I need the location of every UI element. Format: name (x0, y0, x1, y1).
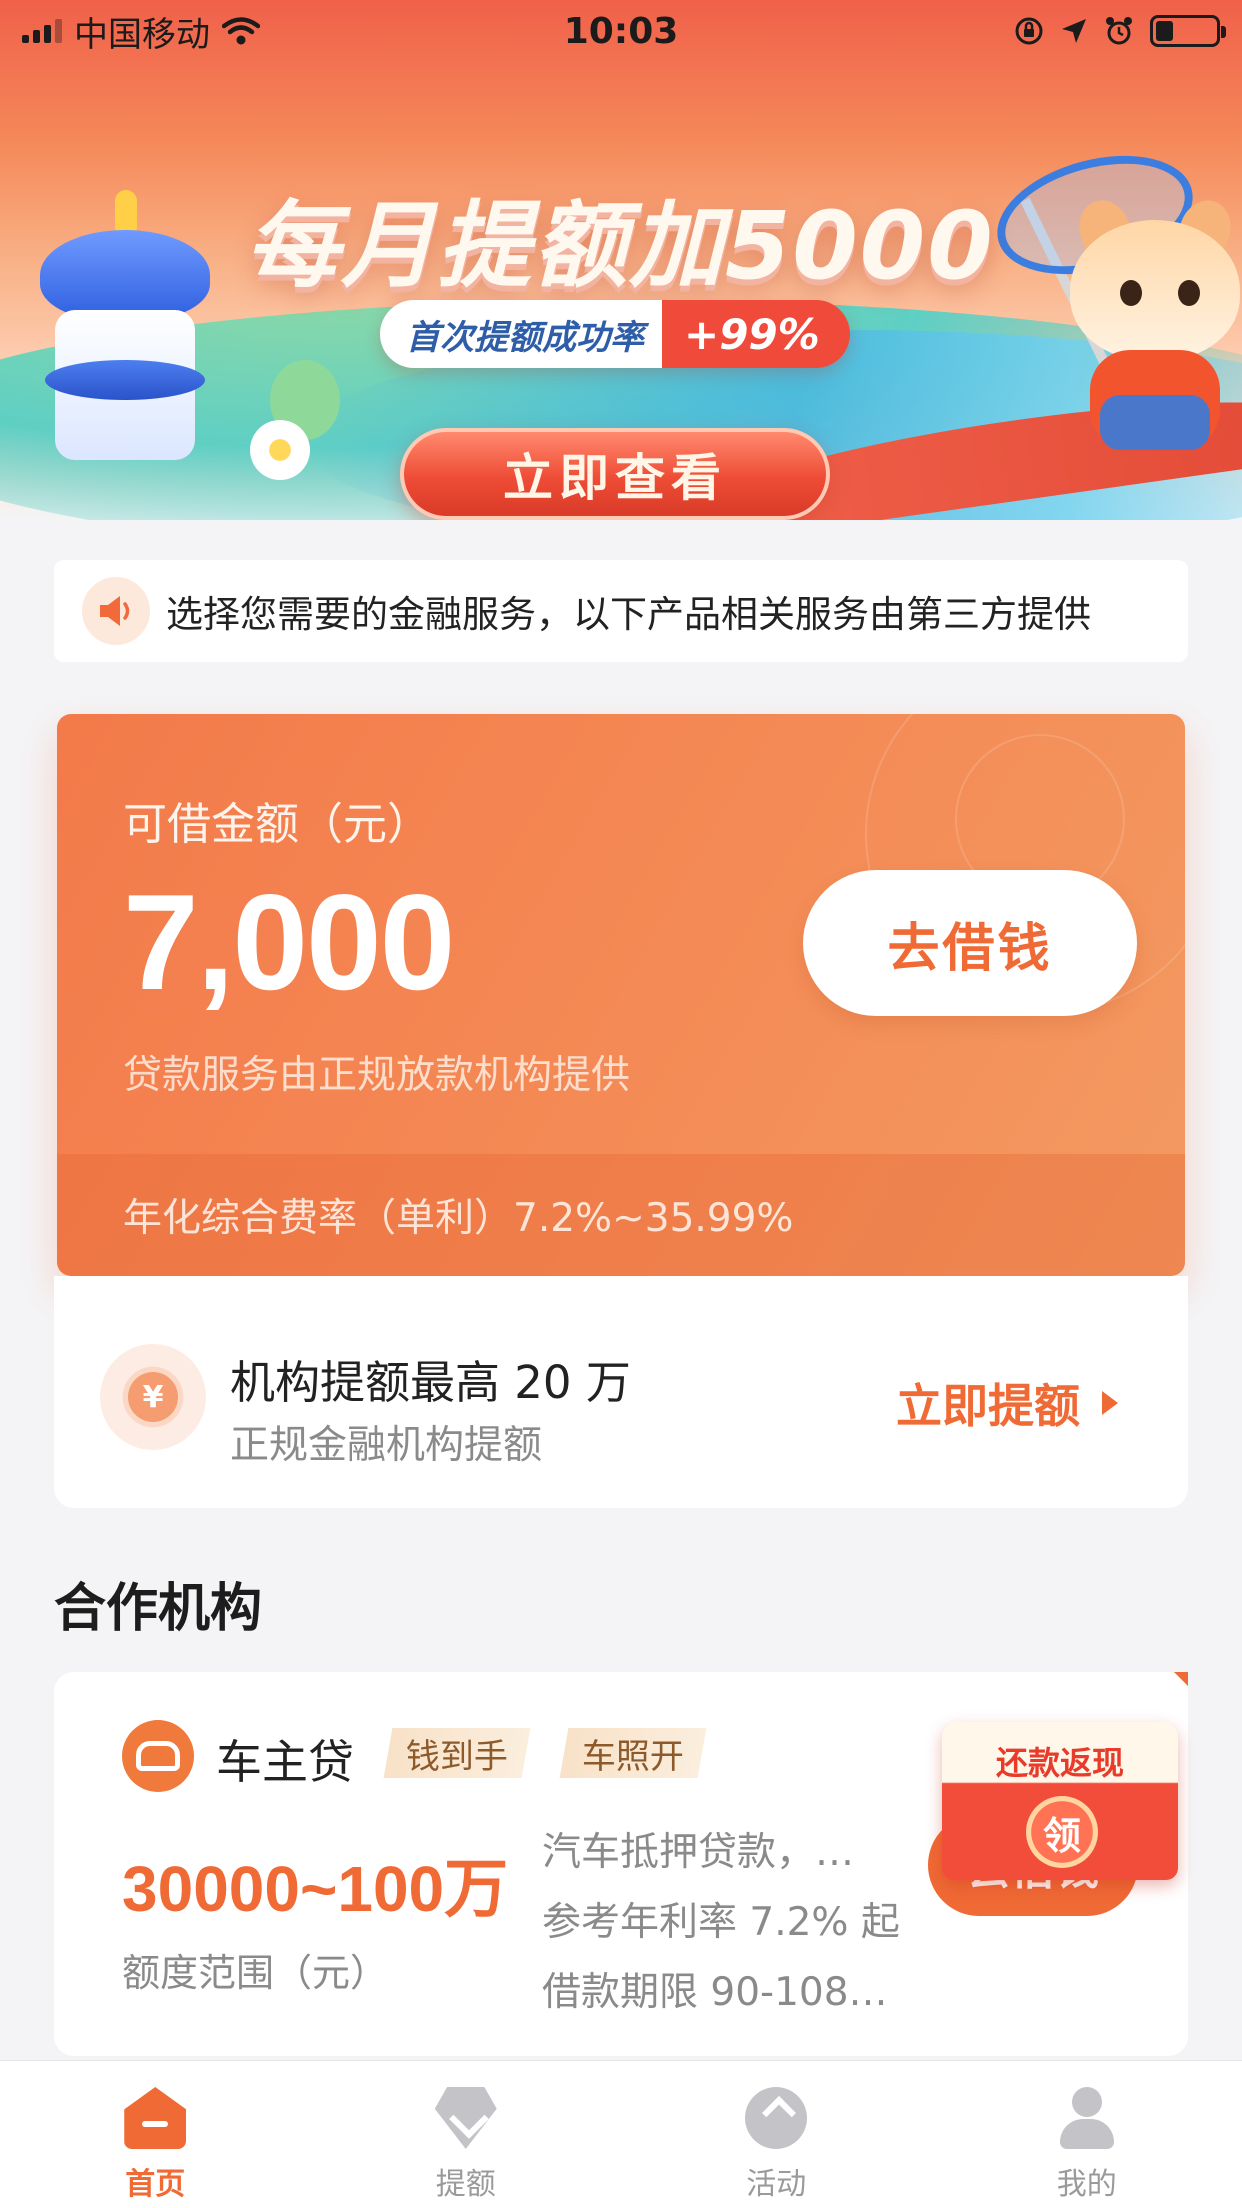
banner-success-rate-pill: 首次提额成功率 +99% (380, 300, 850, 368)
carrier-name: 中国移动 (74, 14, 210, 55)
temple-illustration (10, 190, 240, 470)
banner-title: 每月提额加5000 (245, 192, 995, 301)
yuan-coin-icon: ¥ (100, 1344, 206, 1450)
cat-mascot-illustration (1060, 193, 1240, 450)
activity-icon (745, 2087, 808, 2149)
location-arrow-icon (1062, 19, 1086, 43)
red-packet-claim-icon: 领 (1026, 1796, 1098, 1868)
status-bar: 中国移动 10:03 (0, 0, 1242, 62)
partner-desc-line: 借款期限 90-108… (542, 1970, 888, 2015)
partner-name: 车主贷 (216, 1735, 354, 1789)
credit-increase-title: 机构提额最高 20 万 (230, 1356, 631, 1409)
loan-card: 可借金额（元） 7,000 去借钱 贷款服务由正规放款机构提供 年化综合费率（单… (57, 714, 1185, 1276)
banner-pill-label: 首次提额成功率 (380, 300, 662, 368)
partner-desc-line: 参考年利率 7.2% 起 (542, 1900, 900, 1945)
loan-provider-note: 贷款服务由正规放款机构提供 (123, 1053, 631, 1098)
profile-icon (1056, 2087, 1118, 2149)
section-title-partners: 合作机构 (54, 1579, 263, 1639)
tab-label: 首页 (125, 2167, 186, 2202)
wifi-icon (222, 17, 260, 45)
increase-credit-now-label: 立即提额 (896, 1379, 1080, 1433)
alarm-icon (1106, 17, 1132, 45)
battery-icon (1150, 15, 1226, 47)
card-corner-mark (1174, 1672, 1188, 1686)
flower-illustration (250, 420, 310, 480)
tab-home[interactable]: 首页 (0, 2061, 311, 2208)
banner-pill-value: +99% (662, 300, 850, 368)
bottom-tab-bar: 首页 提额 活动 我的 (0, 2060, 1242, 2208)
partner-description: 汽车抵押贷款，… 参考年利率 7.2% 起 借款期限 90-108… (542, 1818, 900, 2028)
tab-label: 提额 (435, 2167, 496, 2202)
partner-tag: 钱到手 (383, 1728, 531, 1778)
home-icon (124, 2087, 187, 2149)
tab-label: 活动 (746, 2167, 807, 2202)
increase-credit-now-link[interactable]: 立即提额 (896, 1370, 1118, 1436)
promo-banner[interactable]: 每月提额加5000 首次提额成功率 +99% 立即查看 (0, 0, 1242, 520)
speaker-icon (82, 577, 150, 645)
tab-profile[interactable]: 我的 (932, 2061, 1242, 2208)
available-amount-value: 7,000 (123, 866, 455, 1018)
triangle-right-icon (1102, 1391, 1118, 1415)
borrow-button[interactable]: 去借钱 (803, 870, 1137, 1016)
tab-credit-increase[interactable]: 提额 (311, 2061, 622, 2208)
partner-desc-line: 汽车抵押贷款，… (542, 1830, 855, 1875)
partner-amount-range: 30000~100万 (122, 1853, 509, 1925)
banner-view-now-button[interactable]: 立即查看 (400, 428, 830, 520)
cellular-signal-icon (22, 19, 62, 43)
partner-amount-range-label: 额度范围（元） (122, 1951, 389, 1995)
annual-rate-text: 年化综合费率（单利）7.2%~35.99% (123, 1196, 794, 1241)
rotation-lock-icon (1015, 17, 1043, 45)
car-logo-icon (122, 1720, 194, 1792)
tab-activity[interactable]: 活动 (621, 2061, 932, 2208)
notice-bar[interactable]: 选择您需要的金融服务，以下产品相关服务由第三方提供 (54, 560, 1188, 662)
cashback-red-packet[interactable]: 还款返现 领 (942, 1722, 1178, 1880)
tab-label: 我的 (1056, 2167, 1117, 2202)
available-amount-label: 可借金额（元） (123, 799, 431, 850)
credit-increase-card[interactable]: ¥ 机构提额最高 20 万 正规金融机构提额 立即提额 (54, 1276, 1188, 1508)
annual-rate-band: 年化综合费率（单利）7.2%~35.99% (57, 1154, 1185, 1276)
partner-tag: 车照开 (559, 1728, 707, 1778)
credit-gem-icon (434, 2087, 497, 2149)
red-packet-label: 还款返现 (995, 1744, 1124, 1782)
notice-text: 选择您需要的金融服务，以下产品相关服务由第三方提供 (166, 593, 1091, 636)
credit-increase-subtitle: 正规金融机构提额 (230, 1423, 543, 1468)
